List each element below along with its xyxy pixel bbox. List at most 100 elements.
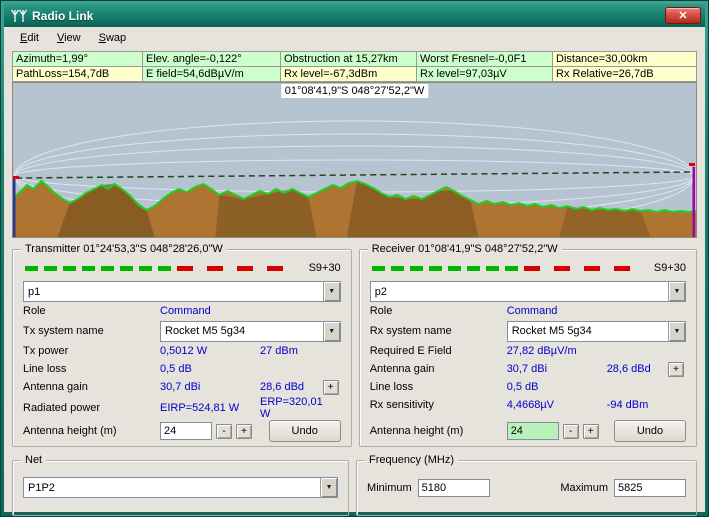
tx-antenna-height-input[interactable]: [160, 422, 212, 440]
net-group-title: Net: [21, 454, 46, 466]
tx-role-row: Role Command: [23, 302, 341, 320]
rx-antenna-height-label: Antenna height (m): [370, 425, 503, 437]
info-worst-fresnel: Worst Fresnel=-0,0F1: [417, 52, 553, 67]
rx-required-efield-label: Required E Field: [370, 345, 507, 357]
frequency-minimum-input[interactable]: [418, 479, 490, 497]
tx-power-label: Tx power: [23, 345, 160, 357]
tx-meter-green-segment: [25, 266, 175, 271]
info-azimuth: Azimuth=1,99°: [13, 52, 143, 67]
rx-undo-button[interactable]: Undo: [614, 420, 686, 442]
tx-antenna-detail-button[interactable]: +: [323, 380, 339, 395]
tx-smeter-label: S9+30: [309, 262, 341, 274]
rx-line-loss-label: Line loss: [370, 381, 507, 393]
info-distance: Distance=30,00km: [553, 52, 696, 67]
rx-signal-meter: [372, 266, 640, 272]
tx-signal-meter: [25, 266, 293, 272]
rx-system-label: Rx system name: [370, 325, 507, 337]
tx-undo-button[interactable]: Undo: [269, 420, 341, 442]
rx-sensitivity-row: Rx sensitivity 4,4668µV -94 dBm: [370, 396, 686, 414]
receiver-group-title: Receiver 01°08'41,9"S 048°27'52,2"W: [368, 243, 562, 255]
tx-role-label: Role: [23, 305, 160, 317]
chevron-down-icon[interactable]: ▼: [323, 282, 340, 301]
tx-signal-meter-row: S9+30: [23, 262, 341, 276]
rx-system-row: Rx system name Rocket M5 5g34 ▼: [370, 320, 686, 342]
rx-required-efield-row: Required E Field 27,82 dBµV/m: [370, 342, 686, 360]
tx-antenna-gain-dbi: 30,7 dBi: [160, 381, 260, 393]
net-value: P1P2: [24, 482, 320, 494]
tx-height-decrement-button[interactable]: -: [216, 424, 232, 439]
frequency-minimum-label: Minimum: [367, 482, 412, 494]
rx-antenna-gain-row: Antenna gain 30,7 dBi 28,6 dBd +: [370, 360, 686, 378]
frequency-group-title: Frequency (MHz): [365, 454, 458, 466]
net-combobox[interactable]: P1P2 ▼: [23, 477, 338, 498]
rx-unit-value: p2: [371, 286, 668, 298]
tx-height-increment-button[interactable]: +: [236, 424, 252, 439]
tx-role-value[interactable]: Command: [160, 305, 260, 317]
rx-antenna-height-input[interactable]: [507, 422, 559, 440]
rx-antenna-gain-dbd: 28,6 dBd: [607, 363, 668, 375]
tx-radiated-power-row: Radiated power EIRP=524,81 W ERP=320,01 …: [23, 396, 341, 414]
tx-system-combobox[interactable]: Rocket M5 5g34 ▼: [160, 321, 341, 342]
obstruction-coordinates-label: 01°08'41,9"S 048°27'52,2"W: [281, 84, 428, 98]
menu-bar: Edit View Swap: [4, 27, 705, 49]
rx-role-row: Role Command: [370, 302, 686, 320]
rx-antenna-gain-label: Antenna gain: [370, 363, 507, 375]
radio-link-window: Radio Link ✕ Edit View Swap Azimuth=1,99…: [0, 0, 709, 517]
transmitter-group-title: Transmitter 01°24'53,3"S 048°28'26,0"W: [21, 243, 227, 255]
rx-line-loss-value: 0,5 dB: [507, 381, 607, 393]
chevron-down-icon[interactable]: ▼: [323, 322, 340, 341]
info-rx-relative: Rx Relative=26,7dB: [553, 67, 696, 82]
rx-sensitivity-label: Rx sensitivity: [370, 399, 507, 411]
info-elev-angle: Elev. angle=-0,122°: [143, 52, 281, 67]
rx-antenna-detail-button[interactable]: +: [668, 362, 684, 377]
chevron-down-icon[interactable]: ▼: [320, 478, 337, 497]
frequency-maximum-label: Maximum: [560, 482, 608, 494]
rx-meter-red-segment: [524, 266, 640, 271]
tx-radiated-power-label: Radiated power: [23, 402, 160, 414]
frequency-maximum-input[interactable]: [614, 479, 686, 497]
tx-unit-value: p1: [24, 286, 323, 298]
tx-power-dbm: 27 dBm: [260, 345, 323, 357]
rx-antenna-height-row: Antenna height (m) - + Undo: [370, 419, 686, 443]
rx-height-increment-button[interactable]: +: [583, 424, 599, 439]
menu-view[interactable]: View: [49, 30, 89, 46]
terrain-profile-chart: 01°08'41,9"S 048°27'52,2"W: [12, 82, 697, 238]
rx-unit-combobox[interactable]: p2 ▼: [370, 281, 686, 302]
tx-system-value: Rocket M5 5g34: [161, 325, 323, 337]
window-title: Radio Link: [32, 9, 93, 23]
rx-role-label: Role: [370, 305, 507, 317]
transmitter-group: Transmitter 01°24'53,3"S 048°28'26,0"W S…: [12, 249, 352, 447]
rx-system-combobox[interactable]: Rocket M5 5g34 ▼: [507, 321, 686, 342]
tx-system-label: Tx system name: [23, 325, 160, 337]
rx-meter-green-segment: [372, 266, 522, 271]
close-button[interactable]: ✕: [665, 7, 701, 24]
net-group: Net P1P2 ▼: [12, 460, 349, 516]
tx-unit-combobox[interactable]: p1 ▼: [23, 281, 341, 302]
menu-swap[interactable]: Swap: [91, 30, 135, 46]
rx-height-decrement-button[interactable]: -: [563, 424, 579, 439]
tx-line-loss-label: Line loss: [23, 363, 160, 375]
tx-eirp-value: EIRP=524,81 W: [160, 402, 260, 414]
rx-line-loss-row: Line loss 0,5 dB: [370, 378, 686, 396]
terrain-profile-graphic: [13, 83, 696, 237]
info-rx-level-dbm: Rx level=-67,3dBm: [281, 67, 417, 82]
title-bar[interactable]: Radio Link ✕: [4, 4, 705, 27]
frequency-group: Frequency (MHz) Minimum Maximum: [356, 460, 697, 516]
rx-smeter-label: S9+30: [654, 262, 686, 274]
close-icon: ✕: [678, 9, 687, 22]
tx-system-row: Tx system name Rocket M5 5g34 ▼: [23, 320, 341, 342]
chevron-down-icon[interactable]: ▼: [668, 322, 685, 341]
rx-required-efield-value: 27,82 dBµV/m: [507, 345, 607, 357]
rx-sensitivity-dbm: -94 dBm: [607, 399, 668, 411]
rx-role-value[interactable]: Command: [507, 305, 607, 317]
chevron-down-icon[interactable]: ▼: [668, 282, 685, 301]
tx-line-loss-value: 0,5 dB: [160, 363, 260, 375]
info-pathloss: PathLoss=154,7dB: [13, 67, 143, 82]
info-efield: E field=54,6dBµV/m: [143, 67, 281, 82]
tx-antenna-gain-dbd: 28,6 dBd: [260, 381, 323, 393]
menu-edit[interactable]: Edit: [12, 30, 47, 46]
link-info-grid: Azimuth=1,99° Elev. angle=-0,122° Obstru…: [12, 51, 697, 82]
rx-system-value: Rocket M5 5g34: [508, 325, 668, 337]
tx-antenna-height-label: Antenna height (m): [23, 425, 156, 437]
tx-erp-value: ERP=320,01 W: [260, 396, 323, 420]
